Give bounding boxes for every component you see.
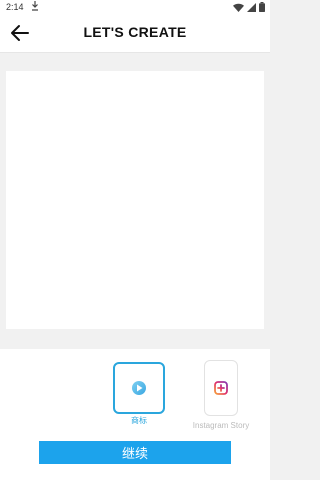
- wifi-icon: [233, 3, 244, 14]
- format-label-logo: 商标: [131, 416, 147, 425]
- status-icons: [233, 2, 265, 14]
- format-option-instagram-story[interactable]: [204, 360, 238, 416]
- format-label-instagram-story: Instagram Story: [192, 421, 250, 430]
- status-time: 2:14: [6, 2, 24, 12]
- format-option-logo[interactable]: [113, 362, 165, 414]
- signal-icon: [247, 2, 256, 14]
- design-canvas[interactable]: [6, 71, 264, 329]
- app-bar: LET'S CREATE: [0, 14, 270, 53]
- page-title: LET'S CREATE: [83, 24, 187, 40]
- status-bar: 2:14: [0, 0, 270, 14]
- logo-mark-icon: [132, 381, 146, 395]
- download-icon: [31, 1, 39, 13]
- battery-icon: [259, 2, 265, 14]
- continue-button[interactable]: 继续: [39, 441, 231, 464]
- instagram-add-icon: [214, 381, 228, 395]
